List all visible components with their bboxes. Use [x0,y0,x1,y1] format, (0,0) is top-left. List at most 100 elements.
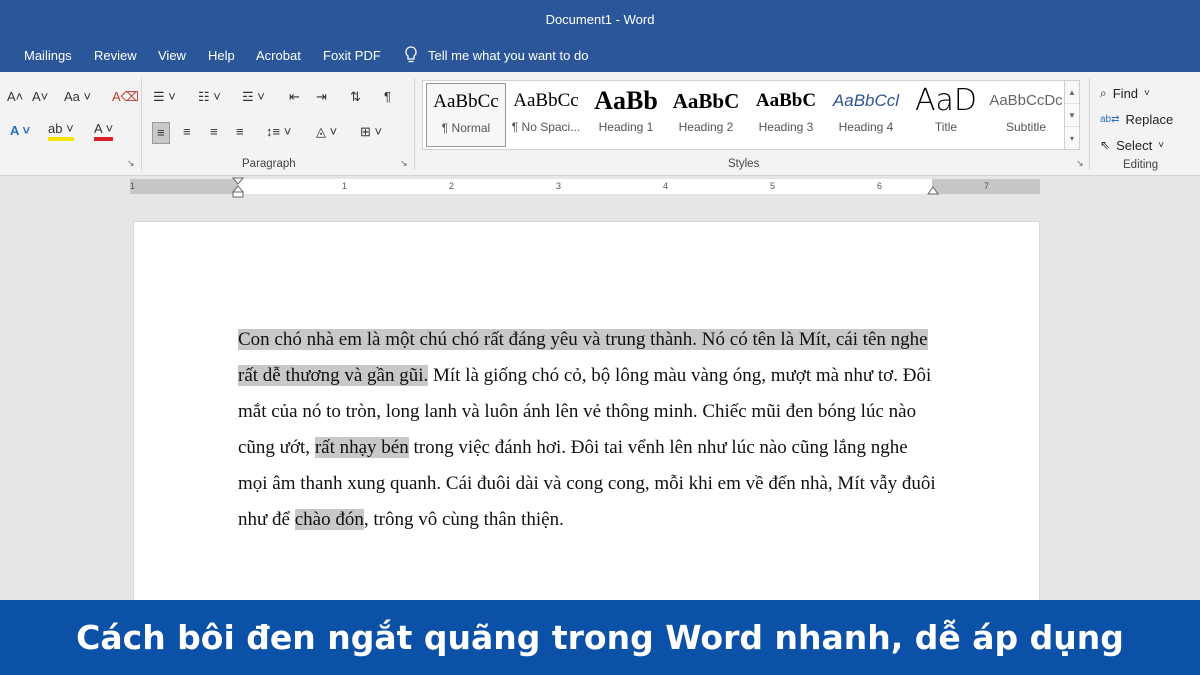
replace-button[interactable]: ab⇄ Replace [1100,106,1173,132]
text-effects-icon[interactable]: A ˅ [10,123,30,139]
style-preview: AaBbCc [513,90,579,111]
styles-more-icon[interactable]: ▾ [1065,127,1079,150]
chevron-down-icon: ˅ [1158,139,1165,151]
styles-gallery: AaBbCc ¶ Normal AaBbCc ¶ No Spaci... AaB… [422,80,1080,150]
style-preview: AaBbCcl [832,91,900,110]
select-label: Select [1116,137,1153,153]
show-formatting-marks-icon[interactable]: ¶ [384,89,391,105]
styles-scroll-down-icon[interactable]: ▼ [1065,104,1079,127]
highlighted-selection[interactable]: chào đón [294,509,364,530]
find-label: Find [1112,85,1139,101]
sort-icon[interactable]: ⇅ [350,89,361,105]
ruler-number: 5 [770,181,776,191]
ruler-number: 3 [556,181,562,191]
style-preview: AaBbCc [433,91,499,112]
ruler-number: 1 [130,181,136,191]
style-name: Title [934,120,958,134]
style-no-spacing[interactable]: AaBbCc ¶ No Spaci... [506,83,586,147]
ruler-left-margin [130,179,238,194]
window-title: Document1 - Word [0,0,1200,40]
tab-acrobat[interactable]: Acrobat [256,48,301,63]
multilevel-list-icon[interactable]: ☲ ˅ [242,89,265,105]
ruler-number: 2 [449,181,455,191]
style-preview: AaBbC [755,90,817,111]
ruler-number: 4 [663,181,669,191]
font-dialog-launcher-icon[interactable]: ↘ [127,158,135,169]
clear-formatting-icon[interactable]: A⌫ [112,89,139,105]
horizontal-ruler[interactable]: 1 1 2 3 4 5 6 7 [130,177,1040,198]
style-name: ¶ No Spaci... [511,120,581,134]
style-heading-2[interactable]: AaBbC Heading 2 [666,83,746,147]
group-divider [141,78,142,170]
highlight-color-icon[interactable]: ab ˅ [48,121,74,141]
styles-dialog-launcher-icon[interactable]: ↘ [1076,158,1084,169]
style-name: Subtitle [1005,120,1047,134]
chevron-down-icon: ˅ [1144,87,1150,99]
style-heading-3[interactable]: AaBbC Heading 3 [746,83,826,147]
style-preview: AaBb [594,86,658,115]
styles-group-label: Styles [728,158,760,170]
lightbulb-icon [405,46,417,63]
bullets-icon[interactable]: ☰ ˅ [153,89,176,105]
style-name: ¶ Normal [441,121,491,135]
body-text[interactable]: , trông vô cùng thân thiện. [364,509,564,530]
increase-indent-icon[interactable]: ⇥ [316,89,327,105]
replace-icon: ab⇄ [1100,113,1120,125]
tell-me-search[interactable]: Tell me what you want to do [404,46,588,64]
ribbon: A˄ A˅ Aa ˅ A⌫ A ˅ ab ˅ A ˅ ↘ ☰ ˅ ☷ ˅ ☲ ˅… [0,72,1200,176]
select-button[interactable]: ⇖ Select ˅ [1100,132,1173,158]
style-heading-4[interactable]: AaBbCcl Heading 4 [826,83,906,147]
styles-scroll: ▲ ▼ ▾ [1064,80,1080,150]
style-name: Heading 1 [598,120,654,134]
justify-icon[interactable]: ≡ [236,124,244,140]
editing-group-label: Editing [1123,159,1159,171]
style-title[interactable]: AaD Title [906,83,986,147]
cursor-icon: ⇖ [1100,138,1111,152]
increase-font-size-icon[interactable]: A˄ [7,89,23,105]
group-divider [1089,78,1090,170]
style-subtitle[interactable]: AaBbCcDc Subtitle [986,83,1066,147]
ruler-number: 6 [877,181,883,191]
highlighted-selection[interactable]: rất nhạy bén [314,437,409,458]
editing-group: ⌕ Find ˅ ab⇄ Replace ⇖ Select ˅ [1100,80,1173,158]
style-preview: AaD [914,83,977,118]
paragraph-group-label: Paragraph [242,158,296,170]
style-preview: AaBbC [672,89,740,113]
caption-banner: Cách bôi đen ngắt quãng trong Word nhanh… [0,600,1200,675]
change-case-icon[interactable]: Aa ˅ [64,89,91,105]
tab-foxit-pdf[interactable]: Foxit PDF [323,48,381,63]
font-color-icon[interactable]: A ˅ [94,121,114,141]
style-name: Heading 2 [678,120,734,134]
numbering-icon[interactable]: ☷ ˅ [198,89,221,105]
replace-label: Replace [1125,111,1174,127]
tab-view[interactable]: View [158,48,186,63]
align-center-icon[interactable]: ≡ [183,124,191,140]
style-name: Heading 4 [838,120,894,134]
align-left-icon[interactable]: ≡ [152,122,170,144]
style-normal[interactable]: AaBbCc ¶ Normal [426,83,506,147]
group-divider [414,78,415,170]
ruler-number: 1 [342,181,348,191]
tab-review[interactable]: Review [94,48,137,63]
paragraph-dialog-launcher-icon[interactable]: ↘ [400,158,408,169]
align-right-icon[interactable]: ≡ [210,124,218,140]
shading-icon[interactable]: ◬ ˅ [316,124,337,140]
borders-icon[interactable]: ⊞ ˅ [360,124,382,140]
tab-help[interactable]: Help [208,48,235,63]
line-spacing-icon[interactable]: ↕≡ ˅ [266,124,291,140]
ruler-number: 7 [984,181,990,191]
document-body[interactable]: Con chó nhà em là một chú chó rất đáng y… [238,322,938,538]
tab-mailings[interactable]: Mailings [24,48,72,63]
right-indent-marker-icon[interactable] [927,185,939,195]
indent-marker-icon[interactable] [232,177,244,199]
style-name: Heading 3 [758,120,814,134]
decrease-font-size-icon[interactable]: A˅ [32,89,48,105]
menu-tab-bar: Mailings Review View Help Acrobat Foxit … [0,40,1200,72]
find-button[interactable]: ⌕ Find ˅ [1100,80,1173,106]
tell-me-label: Tell me what you want to do [428,47,589,63]
style-preview: AaBbCcDc [989,92,1063,109]
style-heading-1[interactable]: AaBb Heading 1 [586,83,666,147]
styles-scroll-up-icon[interactable]: ▲ [1065,81,1079,104]
decrease-indent-icon[interactable]: ⇤ [289,89,300,105]
find-icon: ⌕ [1100,85,1107,100]
